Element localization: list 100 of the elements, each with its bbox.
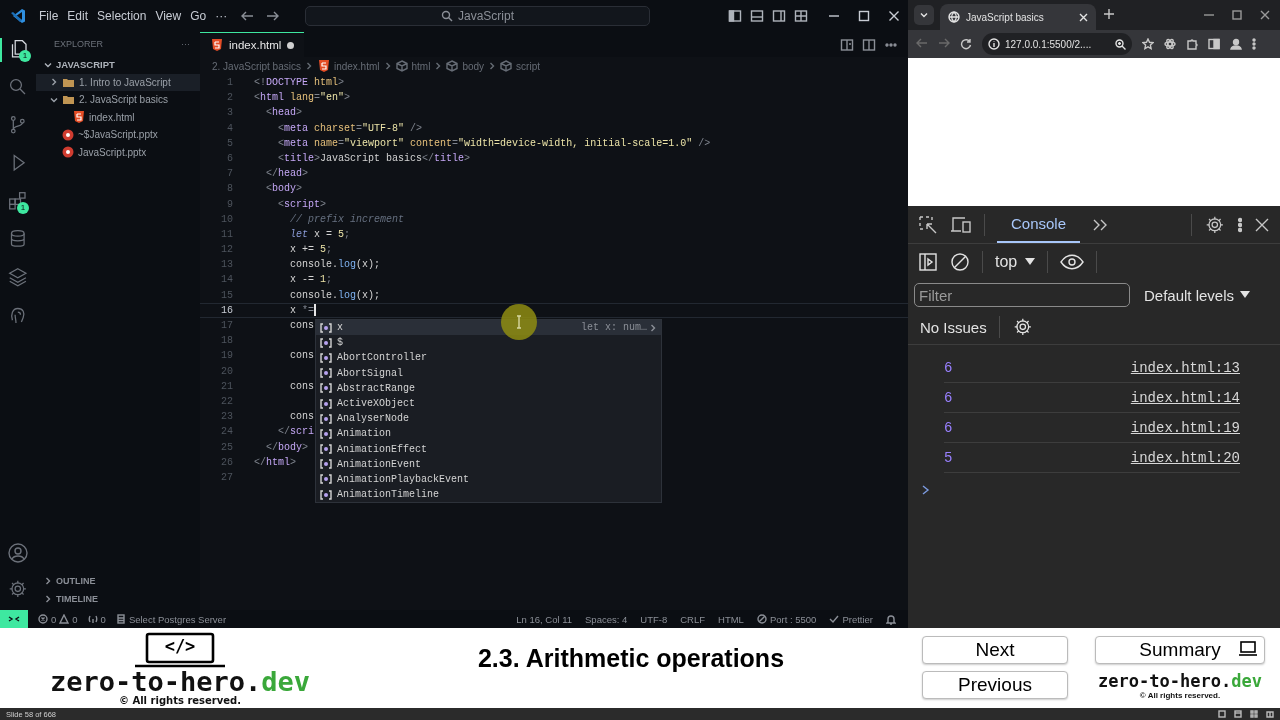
notes-icon[interactable] bbox=[1218, 710, 1226, 718]
normal-view-icon[interactable] bbox=[1234, 710, 1242, 718]
forward-arrow-icon[interactable] bbox=[266, 9, 280, 23]
ports-status[interactable]: 0 bbox=[87, 613, 106, 625]
filter-field[interactable]: Filter bbox=[914, 283, 1130, 307]
log-levels-dropdown[interactable]: Default levels bbox=[1144, 286, 1251, 304]
open-preview-icon[interactable] bbox=[840, 37, 854, 52]
database-status[interactable]: Select Postgres Server bbox=[115, 613, 227, 625]
suggestion-item[interactable]: AnimationEvent bbox=[316, 456, 661, 472]
suggestion-item[interactable]: AnimationTimeline bbox=[316, 487, 661, 503]
breadcrumb[interactable]: 2. JavaScript basics bbox=[212, 60, 301, 72]
menu-item[interactable]: Go bbox=[187, 7, 210, 25]
panel-layout-icon[interactable] bbox=[750, 9, 764, 23]
suggestion-item[interactable]: AbortController bbox=[316, 350, 661, 366]
workspace-root[interactable]: JAVASCRIPT bbox=[36, 56, 200, 74]
close-icon[interactable] bbox=[1260, 10, 1270, 20]
status-item[interactable]: Spaces: 4 bbox=[585, 613, 628, 625]
suggestion-item[interactable]: AnimationPlaybackEvent bbox=[316, 471, 661, 488]
problems-status[interactable]: 0 0 bbox=[38, 613, 78, 625]
side-panel-icon[interactable] bbox=[1208, 38, 1220, 50]
chevron-icon[interactable] bbox=[649, 323, 657, 332]
layout-grid-icon[interactable] bbox=[794, 9, 808, 23]
profile-icon[interactable] bbox=[1230, 38, 1242, 50]
nav-button[interactable]: Summary bbox=[1095, 636, 1265, 664]
suggestion-item[interactable]: AnimationEffect bbox=[316, 441, 661, 457]
maximize-icon[interactable] bbox=[1232, 10, 1242, 20]
formatter-status[interactable]: Prettier bbox=[829, 613, 873, 625]
sidebar-section[interactable]: OUTLINE bbox=[36, 572, 200, 590]
device-toolbar-icon[interactable] bbox=[950, 214, 972, 235]
reading-view-icon[interactable] bbox=[1266, 710, 1274, 718]
more-actions[interactable]: ··· bbox=[181, 39, 190, 49]
new-tab-icon[interactable] bbox=[1104, 9, 1114, 19]
clear-console-icon[interactable] bbox=[950, 252, 970, 272]
address-bar[interactable]: 127.0.0.1:5500/2.... bbox=[982, 33, 1132, 55]
chevron-icon[interactable] bbox=[44, 60, 52, 69]
suggestion-item[interactable]: AbortSignal bbox=[316, 365, 661, 381]
menu-item[interactable]: File bbox=[36, 7, 62, 25]
back-arrow-icon[interactable] bbox=[240, 9, 254, 23]
devtools-tab[interactable]: Console bbox=[997, 206, 1081, 243]
sidebar-layout-icon[interactable] bbox=[728, 9, 742, 23]
suggestion-item[interactable]: Animation bbox=[316, 426, 661, 442]
remote-icon[interactable] bbox=[8, 614, 20, 624]
sidebar-section[interactable]: TIMELINE bbox=[36, 590, 200, 608]
atom-icon[interactable] bbox=[1164, 38, 1176, 50]
close-icon[interactable] bbox=[1254, 216, 1270, 233]
menu-item[interactable]: ··· bbox=[212, 7, 231, 25]
status-item[interactable]: UTF-8 bbox=[640, 613, 668, 625]
chevron-icon[interactable] bbox=[50, 95, 58, 104]
sidebar-toggle-icon[interactable] bbox=[918, 252, 938, 272]
count-badge: 1 bbox=[17, 202, 29, 214]
tree-item[interactable]: ~$JavaScript.pptx bbox=[36, 126, 200, 144]
command-center[interactable]: JavaScript bbox=[305, 6, 650, 26]
secondary-sidebar-icon[interactable] bbox=[772, 9, 786, 23]
extensions-icon[interactable] bbox=[7, 190, 29, 212]
reload-icon[interactable] bbox=[960, 38, 972, 50]
layers-icon[interactable] bbox=[7, 266, 29, 288]
close-icon[interactable] bbox=[888, 10, 900, 22]
breadcrumb[interactable]: body bbox=[462, 60, 485, 72]
suggestion-item[interactable]: AnalyserNode bbox=[316, 411, 661, 427]
nav-button[interactable]: Previous bbox=[922, 671, 1068, 699]
zoom-icon[interactable] bbox=[1115, 38, 1126, 50]
bookmark-star-icon[interactable] bbox=[1142, 38, 1154, 50]
tree-item[interactable]: 1. Intro to JavaScript bbox=[36, 73, 200, 91]
tree-item[interactable]: index.html bbox=[36, 108, 200, 126]
breadcrumb[interactable]: html bbox=[411, 60, 431, 72]
status-item[interactable]: Ln 16, Col 11 bbox=[516, 613, 573, 625]
inspect-icon[interactable] bbox=[918, 214, 938, 235]
status-item[interactable]: HTML bbox=[718, 613, 744, 625]
bell-icon[interactable] bbox=[886, 613, 896, 625]
kebab-menu-icon[interactable] bbox=[1252, 38, 1256, 50]
menu-item[interactable]: Edit bbox=[64, 7, 92, 25]
suggestion-item[interactable]: x let x: num… bbox=[316, 320, 661, 336]
source-link[interactable]: index.html:14 bbox=[1130, 389, 1240, 406]
source-link[interactable]: index.html:19 bbox=[1130, 419, 1240, 436]
chevron-icon[interactable] bbox=[50, 78, 58, 87]
context-dropdown[interactable]: top bbox=[995, 253, 1036, 271]
tree-item[interactable]: 2. JavaScript basics bbox=[36, 91, 200, 109]
breadcrumb[interactable]: index.html bbox=[333, 60, 380, 72]
breadcrumb[interactable]: script bbox=[516, 60, 540, 72]
account-icon[interactable] bbox=[7, 542, 29, 564]
maximize-icon[interactable] bbox=[858, 10, 870, 22]
split-editor-icon[interactable] bbox=[862, 37, 876, 52]
menu-item[interactable]: Selection bbox=[94, 7, 150, 25]
eye-icon[interactable] bbox=[1060, 254, 1085, 270]
kebab-menu-icon[interactable] bbox=[1238, 216, 1242, 233]
suggestion-item[interactable]: ActiveXObject bbox=[316, 395, 661, 412]
suggestion-item[interactable]: AbstractRange bbox=[316, 380, 661, 396]
suggestion-item[interactable]: $ bbox=[316, 335, 661, 351]
source-link[interactable]: index.html:13 bbox=[1130, 359, 1240, 376]
chevron-icon[interactable] bbox=[44, 577, 52, 585]
variable-icon bbox=[320, 322, 332, 333]
tree-item[interactable]: JavaScript.pptx bbox=[36, 143, 200, 161]
live-server-status[interactable]: Port : 5500 bbox=[756, 613, 817, 625]
source-link[interactable]: index.html:20 bbox=[1130, 449, 1240, 466]
menu-item[interactable]: View bbox=[152, 7, 185, 25]
browser-tab[interactable]: JavaScript basics bbox=[940, 4, 1096, 30]
nav-button[interactable]: Next bbox=[922, 636, 1068, 664]
status-item[interactable]: CRLF bbox=[680, 613, 705, 625]
issues-count[interactable]: No Issues bbox=[920, 318, 987, 336]
chevron-icon[interactable] bbox=[44, 595, 52, 603]
